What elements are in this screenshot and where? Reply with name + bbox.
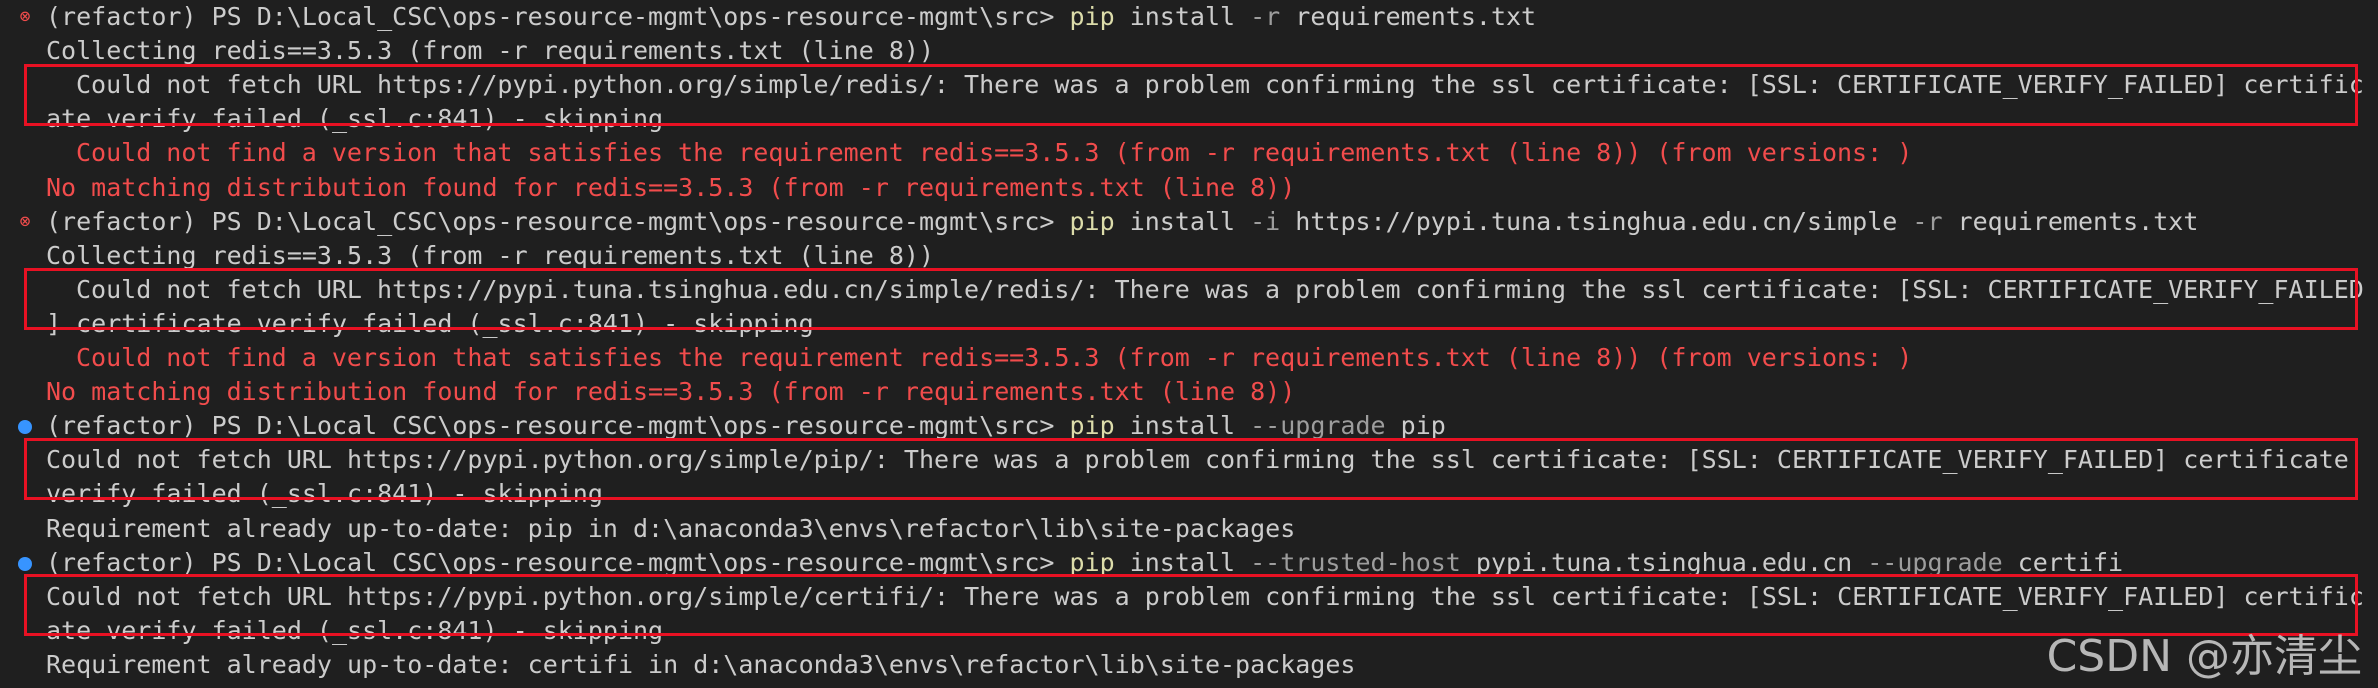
command-args: pip <box>1385 411 1446 441</box>
watermark: CSDN @亦清尘 <box>2046 631 2362 682</box>
command-flag: --upgrade <box>1867 547 2003 577</box>
command-args: install <box>1114 206 1251 236</box>
dot-icon <box>18 420 32 435</box>
prompt-path: (refactor) PS D:\Local_CSC\ops-resource-… <box>46 411 1070 441</box>
command-args: install <box>1114 547 1251 577</box>
command-name: pip <box>1069 547 1115 577</box>
command-args: certifi <box>2002 547 2124 577</box>
highlight-box-pip-ssl-error <box>24 438 2358 500</box>
command-flag: -r <box>1250 2 1281 31</box>
command-failed-icon[interactable]: ⊗ <box>14 205 36 239</box>
command-flag: -r <box>1912 206 1943 236</box>
command-args: pypi.tuna.tsinghua.edu.cn <box>1460 547 1868 577</box>
command-name: pip <box>1069 2 1115 31</box>
command-name: pip <box>1069 411 1115 441</box>
output-text: Collecting redis==3.5.3 (from -r require… <box>46 36 935 66</box>
highlight-box-certifi-ssl-error <box>24 574 2358 636</box>
output-text: Requirement already up-to-date: pip in d… <box>46 513 1296 543</box>
command-args: requirements.txt <box>1942 206 2199 236</box>
terminal-panel[interactable]: ⊗ (refactor) PS D:\Local_CSC\ops-resource… <box>0 0 2378 688</box>
highlight-box-redis-ssl-error <box>24 64 2358 126</box>
command-args: install <box>1114 411 1251 441</box>
command-args: install <box>1114 2 1251 31</box>
error-message: Could not find a version that satisfies … <box>76 343 1913 372</box>
command-flag: --trusted-host <box>1250 547 1461 577</box>
error-message: No matching distribution found for redis… <box>46 172 1296 202</box>
error-message: Could not find a version that satisfies … <box>76 138 1913 168</box>
highlight-box-tuna-ssl-error <box>24 268 2358 330</box>
command-flag: --upgrade <box>1250 411 1386 441</box>
command-flag: -i <box>1250 206 1281 236</box>
output-text: Requirement already up-to-date: certifi … <box>46 649 1356 679</box>
prompt-path: (refactor) PS D:\Local_CSC\ops-resource-… <box>46 547 1070 577</box>
command-name: pip <box>1069 206 1115 236</box>
command-args: https://pypi.tuna.tsinghua.edu.cn/simple <box>1280 206 1913 236</box>
command-args: requirements.txt <box>1280 2 1537 31</box>
command-failed-icon[interactable]: ⊗ <box>14 0 36 34</box>
dot-icon <box>18 556 32 571</box>
command-text: (refactor) PS D:\Local_CSC\ops-resource-… <box>46 205 2198 239</box>
prompt-path: (refactor) PS D:\Local_CSC\ops-resource-… <box>46 2 1070 31</box>
command-text: (refactor) PS D:\Local_CSC\ops-resource-… <box>46 0 1536 34</box>
prompt-path: (refactor) PS D:\Local_CSC\ops-resource-… <box>46 206 1070 236</box>
error-message: No matching distribution found for redis… <box>46 377 1296 407</box>
